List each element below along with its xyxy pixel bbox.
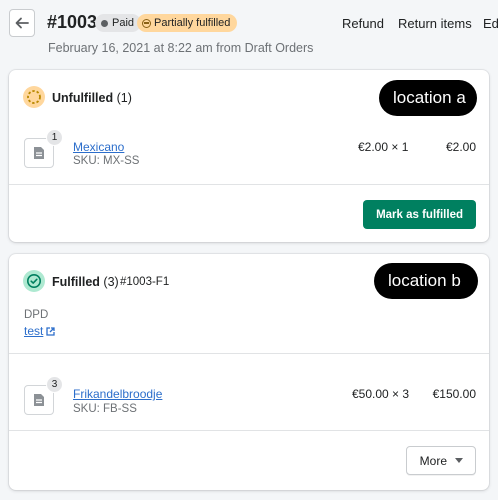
quantity-bubble: 3 [46, 376, 63, 393]
shipping-carrier: DPD [24, 309, 49, 321]
product-sku: SKU: FB-SS [73, 403, 137, 415]
divider [9, 430, 489, 431]
product-sku: SKU: MX-SS [73, 155, 140, 167]
product-link[interactable]: Mexicano [73, 140, 124, 154]
price-quantity: €50.00 × 3 [352, 387, 410, 401]
divider [9, 184, 489, 185]
line-total: €150.00 [432, 387, 476, 401]
location-b-callout: location b [374, 263, 478, 299]
more-actions-label: More [419, 453, 447, 468]
payment-status-badge: Paid [95, 14, 142, 32]
fulfilled-check-icon [23, 270, 45, 292]
fulfilled-title: Fulfilled (3) [52, 275, 119, 289]
partial-status-icon [142, 18, 151, 28]
unfulfilled-count: (1) [116, 91, 132, 105]
mark-as-fulfilled-button[interactable]: Mark as fulfilled [363, 200, 476, 229]
unfulfilled-card: Unfulfilled (1) location a 1 Mexicano SK… [9, 70, 489, 242]
fulfilled-title-text: Fulfilled [52, 275, 100, 289]
fulfilled-card: Fulfilled (3) #1003-F1 location b DPD te… [9, 254, 489, 490]
product-link[interactable]: Frikandelbroodje [73, 387, 162, 401]
fulfillment-id: #1003-F1 [120, 276, 170, 288]
more-actions-button[interactable]: More [405, 446, 476, 475]
fulfilled-count: (3) [103, 275, 119, 289]
caret-down-icon [455, 458, 463, 463]
return-items-button[interactable]: Return items [398, 16, 472, 31]
unfulfilled-title-text: Unfulfilled [52, 91, 114, 105]
paid-dot-icon [101, 19, 108, 27]
price-quantity: €2.00 × 1 [358, 140, 409, 154]
edit-button[interactable]: Edit [483, 16, 498, 31]
back-arrow-icon [15, 17, 29, 29]
order-number: #1003 [47, 12, 98, 32]
order-header: #1003 Paid Partially fulfilled Refund Re… [0, 0, 498, 64]
unfulfilled-status-icon [23, 86, 45, 108]
back-button[interactable] [9, 9, 35, 37]
tracking-link[interactable]: test [24, 324, 55, 338]
external-link-icon [46, 326, 55, 336]
unfulfilled-title: Unfulfilled (1) [52, 91, 132, 105]
quantity-bubble: 1 [46, 129, 63, 146]
location-a-callout: location a [379, 80, 477, 116]
divider [9, 353, 489, 354]
payment-status-label: Paid [112, 17, 135, 29]
fulfillment-status-badge: Partially fulfilled [137, 14, 238, 32]
order-subtitle: February 16, 2021 at 8:22 am from Draft … [48, 41, 314, 55]
fulfillment-status-label: Partially fulfilled [154, 17, 231, 29]
product-image-icon [34, 394, 44, 406]
line-total: €2.00 [445, 140, 476, 154]
tracking-number[interactable]: test [24, 324, 43, 338]
product-image-icon [34, 147, 44, 159]
refund-button[interactable]: Refund [342, 16, 384, 31]
